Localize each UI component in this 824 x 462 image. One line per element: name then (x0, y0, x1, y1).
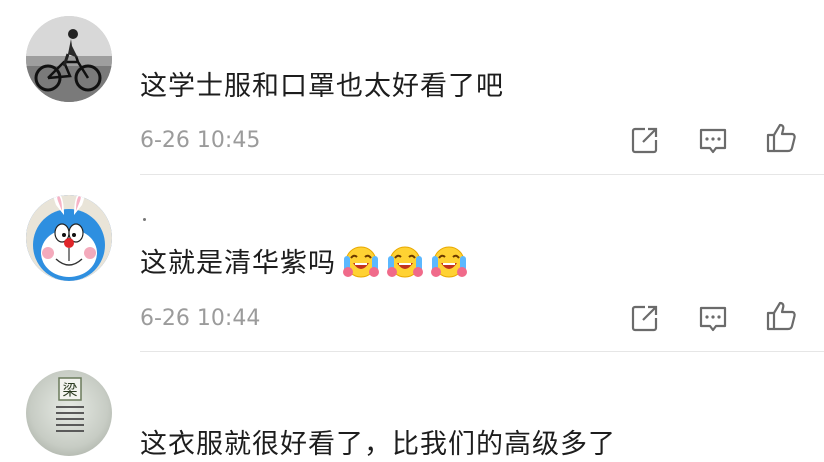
avatar[interactable] (26, 195, 112, 281)
dot (143, 218, 146, 221)
comment-timestamp: 6-26 10:45 (140, 128, 261, 153)
avatar[interactable]: 梁 (26, 370, 112, 456)
comment-icon (699, 306, 727, 332)
like-icon (766, 123, 796, 153)
like-icon (766, 301, 796, 331)
avatar[interactable] (26, 16, 112, 102)
share-button[interactable] (628, 301, 662, 335)
share-icon (631, 305, 658, 332)
comment-text-content: 这衣服就很好看了，比我们的高级多了 (140, 429, 616, 460)
comment-item: 梁 这衣服就很好看了，比我们的高级多了 (0, 352, 824, 462)
laughing-crying-emoji (430, 242, 468, 280)
share-icon (631, 127, 658, 154)
like-button[interactable] (764, 299, 798, 333)
comment-text: 这衣服就很好看了，比我们的高级多了 (140, 422, 616, 461)
comment-text-content: 这学士服和口罩也太好看了吧 (140, 71, 504, 102)
avatar-character: 梁 (62, 381, 77, 399)
comment-text-content: 这就是清华紫吗 (140, 248, 336, 279)
comment-icon (699, 128, 727, 154)
comment-text: 这学士服和口罩也太好看了吧 (140, 64, 504, 103)
like-button[interactable] (764, 121, 798, 155)
laughing-crying-emoji (342, 242, 380, 280)
comment-text: 这就是清华紫吗 (140, 241, 468, 280)
comment-button[interactable] (696, 123, 730, 157)
share-button[interactable] (628, 123, 662, 157)
comment-timestamp: 6-26 10:44 (140, 306, 261, 331)
comment-item: 这学士服和口罩也太好看了吧 6-26 10:45 (0, 0, 824, 175)
comment-button[interactable] (696, 301, 730, 335)
laughing-crying-emoji (386, 242, 424, 280)
comment-item: 这就是清华紫吗 6-26 10:44 (0, 175, 824, 352)
